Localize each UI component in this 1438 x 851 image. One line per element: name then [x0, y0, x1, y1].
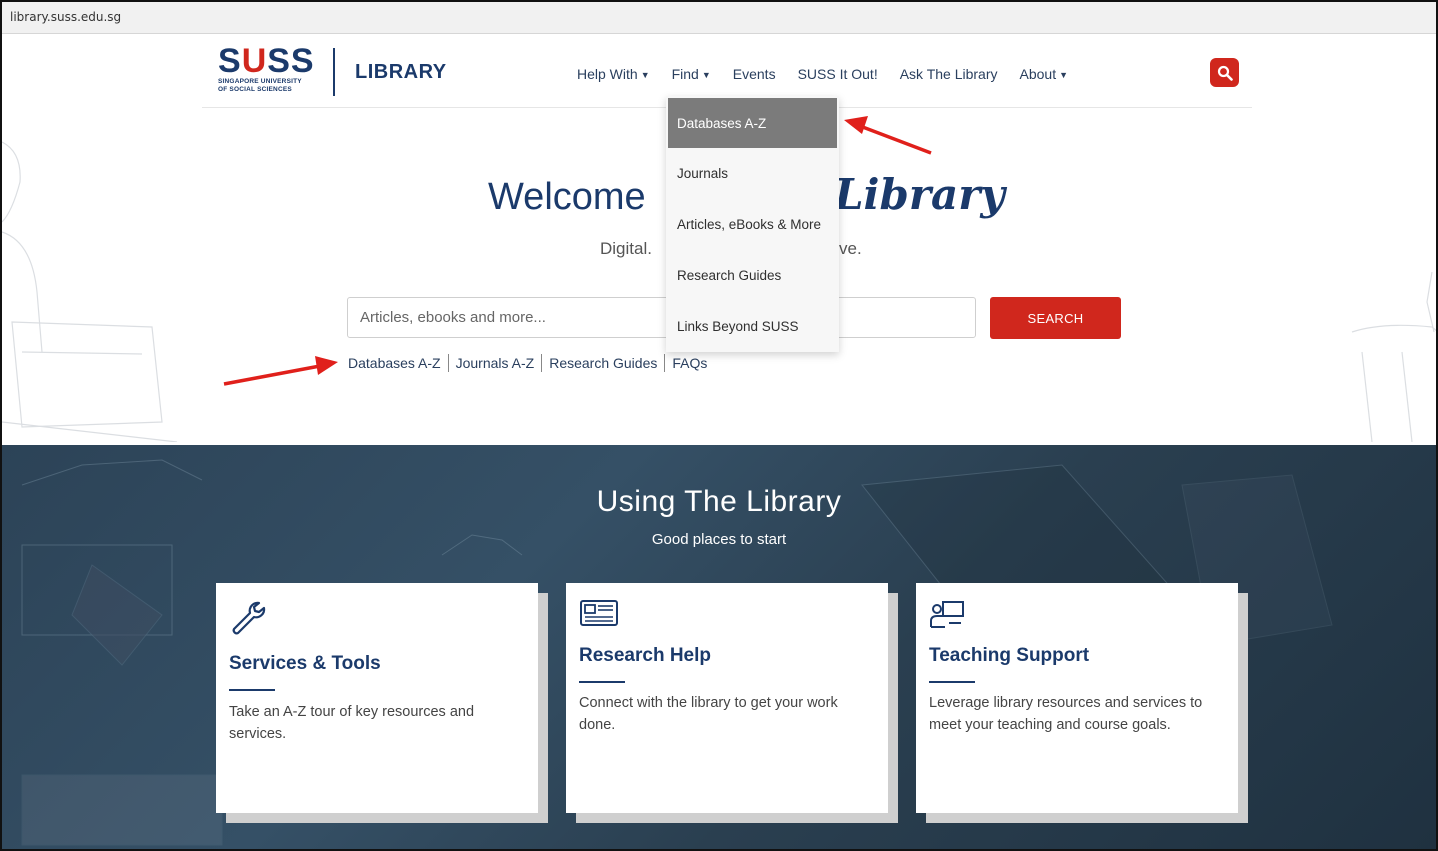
card-services-tools[interactable]: Services & Tools Take an A-Z tour of key…: [216, 583, 538, 813]
card-divider: [579, 681, 625, 683]
search-box: [347, 297, 976, 338]
quick-link-journals[interactable]: Journals A-Z: [449, 354, 543, 372]
quick-link-databases[interactable]: Databases A-Z: [348, 354, 449, 372]
annotation-arrow-quicklink: [223, 356, 338, 386]
menu-item-journals[interactable]: Journals: [666, 148, 839, 199]
chevron-down-icon: ▼: [701, 70, 711, 80]
newspaper-icon: [580, 600, 618, 626]
card-title: Research Help: [579, 645, 712, 666]
search-input[interactable]: [348, 298, 975, 337]
tagline-left: Digital.: [600, 239, 652, 258]
welcome-heading-script: Library: [834, 170, 1005, 219]
decorative-line-art-right: [1351, 272, 1436, 442]
nav-events[interactable]: Events: [733, 66, 776, 82]
wrench-icon: [232, 601, 266, 635]
card-description: Leverage library resources and services …: [929, 695, 1203, 733]
tagline-right: ve.: [839, 239, 862, 258]
suss-logo[interactable]: SUSS SINGAPORE UNIVERSITY OF SOCIAL SCIE…: [218, 44, 318, 102]
menu-item-links-beyond-suss[interactable]: Links Beyond SUSS: [666, 301, 839, 352]
library-label[interactable]: LIBRARY: [355, 61, 447, 84]
nav-about[interactable]: About ▼: [1020, 66, 1069, 82]
card-description: Connect with the library to get your wor…: [579, 695, 838, 733]
logo-subtitle-2: OF SOCIAL SCIENCES: [218, 86, 292, 93]
quick-link-research-guides[interactable]: Research Guides: [542, 354, 666, 372]
using-the-library-section: Using The Library Good places to start S…: [2, 445, 1436, 849]
address-bar[interactable]: library.suss.edu.sg: [2, 2, 1436, 34]
nav-suss-it-out[interactable]: SUSS It Out!: [798, 66, 878, 82]
menu-item-databases-a-z[interactable]: Databases A-Z: [668, 98, 837, 148]
menu-item-research-guides[interactable]: Research Guides: [666, 250, 839, 301]
header-search-button[interactable]: [1210, 58, 1239, 87]
url-text: library.suss.edu.sg: [10, 10, 122, 24]
quick-link-faqs[interactable]: FAQs: [665, 354, 714, 372]
card-divider: [929, 681, 975, 683]
search-icon: [1217, 65, 1233, 81]
card-divider: [229, 689, 275, 691]
section-subtitle: Good places to start: [651, 531, 787, 548]
section-title: Using The Library: [596, 485, 842, 518]
menu-item-articles-ebooks[interactable]: Articles, eBooks & More: [666, 199, 839, 250]
chevron-down-icon: ▼: [640, 70, 650, 80]
card-title: Teaching Support: [929, 645, 1090, 666]
welcome-heading: Welcome: [488, 176, 646, 218]
teacher-icon: [930, 601, 964, 628]
nav-find[interactable]: Find ▼: [672, 66, 711, 82]
search-button[interactable]: SEARCH: [990, 297, 1121, 339]
quick-links: Databases A-Z Journals A-Z Research Guid…: [348, 354, 714, 372]
card-research-help[interactable]: Research Help Connect with the library t…: [566, 583, 888, 813]
nav-ask-the-library[interactable]: Ask The Library: [900, 66, 998, 82]
card-description: Take an A-Z tour of key resources and se…: [229, 704, 475, 742]
logo-divider: [333, 48, 335, 96]
find-dropdown-menu: Databases A-Z Journals Articles, eBooks …: [666, 96, 839, 352]
card-teaching-support[interactable]: Teaching Support Leverage library resour…: [916, 583, 1238, 813]
browser-frame: library.suss.edu.sg SUSS SINGAPORE UNIVE…: [0, 0, 1438, 851]
nav-help-with[interactable]: Help With ▼: [577, 66, 650, 82]
main-nav: Help With ▼ Find ▼ Events SUSS It Out! Ask…: [577, 66, 1090, 82]
chevron-down-icon: ▼: [1059, 70, 1069, 80]
annotation-arrow-menu: [844, 116, 932, 155]
decorative-line-art-left: [2, 141, 178, 442]
card-title: Services & Tools: [229, 653, 381, 674]
